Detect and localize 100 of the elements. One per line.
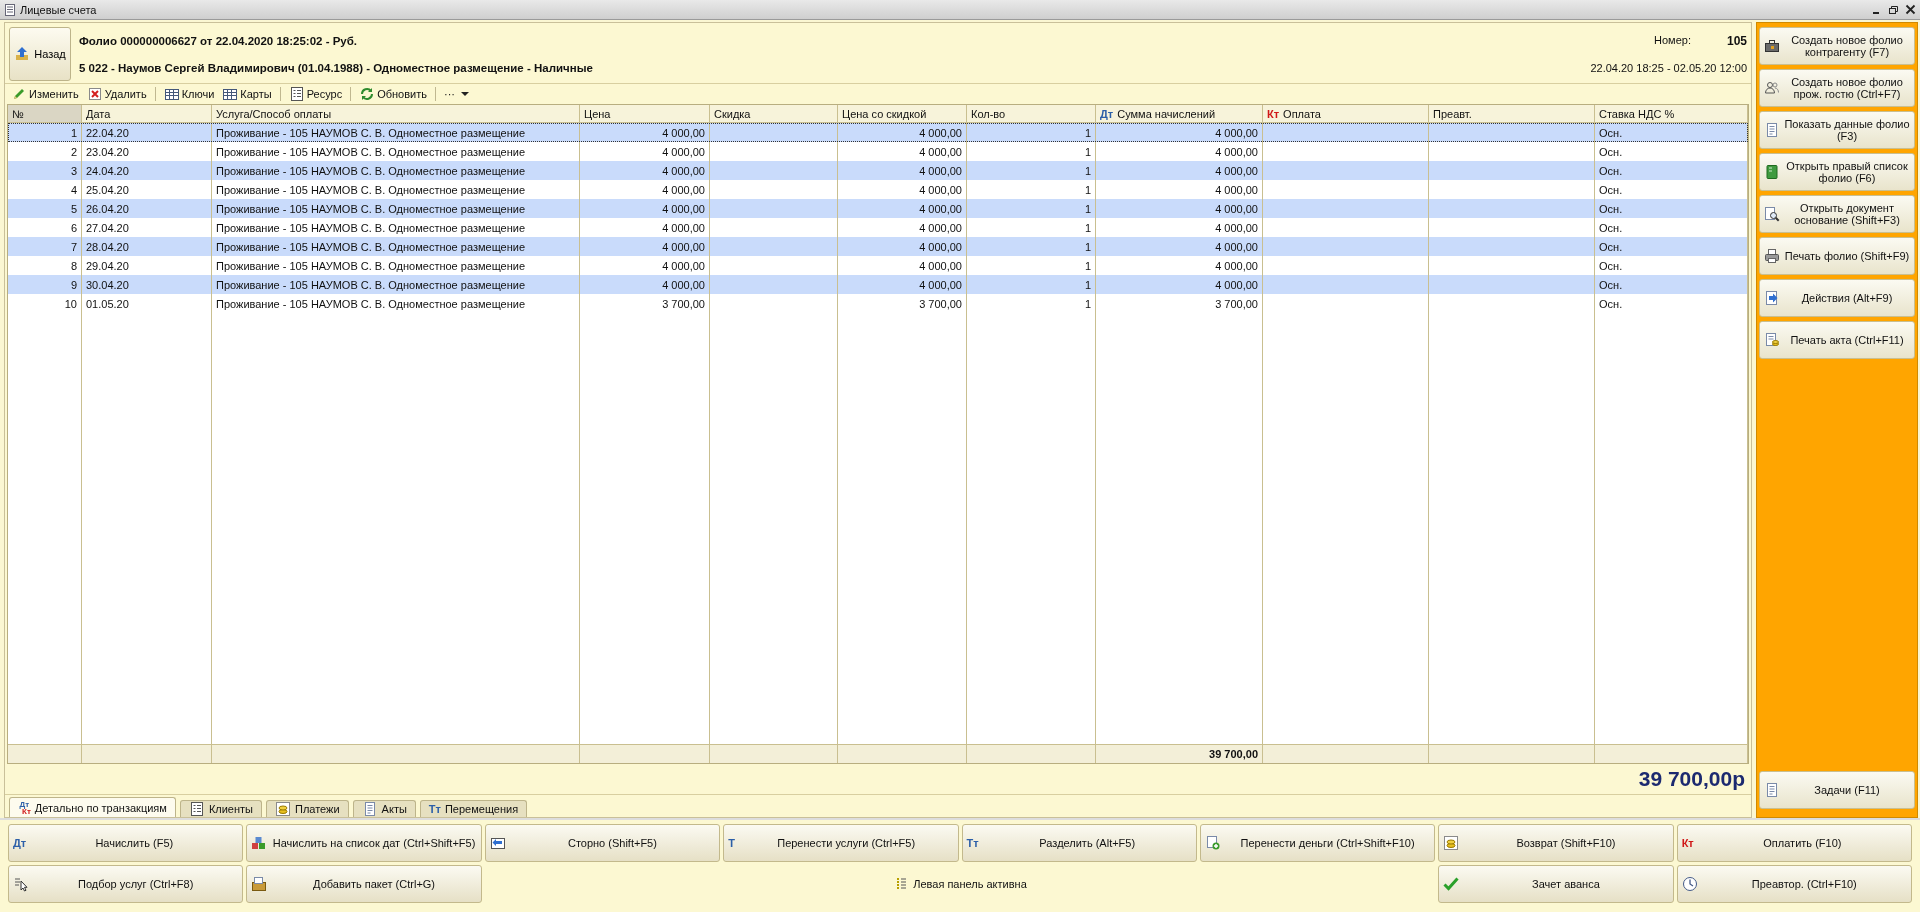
action-button[interactable]: Возврат (Shift+F10) — [1438, 824, 1674, 862]
package-icon — [251, 876, 268, 892]
period-text: 22.04.20 18:25 - 02.05.20 12:00 — [1590, 62, 1747, 74]
number-label: Номер: — [1654, 34, 1691, 48]
delete-icon — [86, 86, 103, 102]
table-cell: 4 000,00 — [1096, 161, 1263, 180]
close-button[interactable] — [1905, 4, 1916, 15]
action-button[interactable]: Сторно (Shift+F5) — [484, 824, 721, 862]
cursor-list-icon — [13, 876, 29, 892]
total-cell: 39 700,00 — [1096, 745, 1263, 763]
table-cell: 4 000,00 — [580, 237, 710, 256]
table-cell: 30.04.20 — [82, 275, 212, 294]
toolbar-button[interactable]: ··· — [442, 85, 475, 103]
restore-button[interactable] — [1888, 4, 1899, 15]
table-cell: 7 — [8, 237, 82, 256]
toolbar-button[interactable]: Удалить — [84, 85, 149, 103]
table-row[interactable]: 5 26.04.20 Проживание - 105 НАУМОВ С. В. Одноместное размещение 4 000,00 4 000,00 1 4 000,00 Осн. — [8, 199, 1748, 218]
guest-info: 5 022 - Наумов Сергей Владимирович (01.04.1988) - Одноместное размещение - Наличные — [79, 61, 594, 74]
action-button[interactable]: Кт Оплатить (F10) — [1676, 824, 1912, 862]
table-cell: 1 — [967, 237, 1096, 256]
toolbar-button[interactable]: Ключи — [161, 85, 217, 103]
table-cell: 4 000,00 — [1096, 199, 1263, 218]
table-cell: 22.04.20 — [82, 123, 212, 142]
table-cell: 1 — [967, 123, 1096, 142]
action-button[interactable]: Начислить на список дат (Ctrl+Shift+F5) — [246, 824, 482, 862]
table-row[interactable]: 7 28.04.20 Проживание - 105 НАУМОВ С. В. Одноместное размещение 4 000,00 4 000,00 1 4 000,00 Осн. — [8, 237, 1748, 256]
number-value: 105 — [1726, 34, 1747, 48]
side-button[interactable]: Создать новое фолио контрагенту (F7) — [1759, 27, 1915, 65]
up-arrow-icon — [14, 46, 31, 62]
document-icon — [1764, 782, 1780, 798]
action-button[interactable]: Тт Разделить (Alt+F5) — [961, 824, 1197, 862]
action-button[interactable]: Зачет аванса — [1438, 865, 1674, 903]
tab[interactable]: Акты — [352, 800, 416, 817]
table-cell: 5 — [8, 199, 82, 218]
arrow-document-icon — [1764, 290, 1780, 306]
action-button[interactable]: Дт Начислить (F5) — [8, 824, 244, 862]
table-cell: 26.04.20 — [82, 199, 212, 218]
table-cell: Осн. — [1595, 237, 1748, 256]
printer-icon — [1764, 248, 1780, 264]
table-row[interactable]: 10 01.05.20 Проживание - 105 НАУМОВ С. В. Одноместное размещение 3 700,00 3 700,00 1 3 700,00 Осн. — [8, 294, 1748, 313]
table-cell: 4 000,00 — [580, 199, 710, 218]
action-button[interactable]: Добавить пакет (Ctrl+G) — [246, 865, 482, 903]
table-cell: 28.04.20 — [82, 237, 212, 256]
side-button[interactable]: Задачи (F11) — [1759, 771, 1915, 809]
side-button[interactable]: Печать акта (Ctrl+F11) — [1759, 321, 1915, 359]
toolbar-button[interactable]: Изменить — [9, 85, 81, 103]
book-icon — [1764, 164, 1780, 180]
table-cell: 1 — [967, 294, 1096, 313]
table-cell: 4 000,00 — [838, 123, 967, 142]
list-icon — [288, 86, 305, 102]
table-cell: 24.04.20 — [82, 161, 212, 180]
grid-icon — [163, 86, 180, 102]
folio-title: Фолио 000000006627 от 22.04.2020 18:25:02 - Руб. — [79, 34, 359, 47]
column-header[interactable]: № — [8, 105, 82, 123]
table-cell: Осн. — [1595, 123, 1748, 142]
tab[interactable]: Платежи — [266, 800, 349, 817]
action-button[interactable]: Подбор услуг (Ctrl+F8) — [8, 865, 244, 903]
checkmark-icon — [1443, 876, 1460, 892]
list-icon — [188, 801, 205, 817]
table-cell: Проживание - 105 НАУМОВ С. В. Одноместное размещение — [212, 123, 580, 142]
table-cell: Проживание - 105 НАУМОВ С. В. Одноместное размещение — [212, 161, 580, 180]
tab[interactable]: Тт Перемещения — [419, 800, 528, 817]
table-cell: 1 — [967, 161, 1096, 180]
action-button[interactable]: Преавтор. (Ctrl+F10) — [1676, 865, 1912, 903]
table-cell: 3 700,00 — [1096, 294, 1263, 313]
table-cell: 1 — [967, 275, 1096, 294]
magnifier-document-icon — [1764, 206, 1780, 222]
action-button[interactable]: Т Перенести услуги (Ctrl+F5) — [723, 824, 959, 862]
table-row[interactable]: 9 30.04.20 Проживание - 105 НАУМОВ С. В. Одноместное размещение 4 000,00 4 000,00 1 4 000,00 Осн. — [8, 275, 1748, 294]
side-button[interactable]: Создать новое фолио прож. гостю (Ctrl+F7) — [1759, 69, 1915, 107]
side-button[interactable]: Открыть документ основание (Shift+F3) — [1759, 195, 1915, 233]
table-cell: 1 — [8, 123, 82, 142]
table-cell: 3 — [8, 161, 82, 180]
clock-icon — [1681, 876, 1698, 892]
text-glyph-icon: Дт — [13, 837, 27, 849]
toolbar-button[interactable]: Обновить — [357, 85, 429, 103]
action-button[interactable]: Перенести деньги (Ctrl+Shift+F10) — [1199, 824, 1436, 862]
toolbar-button[interactable]: Ресурс — [286, 85, 345, 103]
status-text: Левая панель активна — [913, 878, 1027, 890]
side-button[interactable]: Показать данные фолио (F3) — [1759, 111, 1915, 149]
people-icon — [1764, 80, 1780, 96]
side-button[interactable]: Открыть правый список фолио (F6) — [1759, 153, 1915, 191]
table-cell: 4 000,00 — [1096, 123, 1263, 142]
table-cell: 4 000,00 — [580, 123, 710, 142]
side-button[interactable]: Действия (Alt+F9) — [1759, 279, 1915, 317]
coins-icon — [275, 801, 291, 817]
table-row[interactable]: 1 22.04.20 Проживание - 105 НАУМОВ С. В. Одноместное размещение 4 000,00 4 000,00 1 4 000,00 Осн. — [8, 123, 1748, 142]
table-cell: Проживание - 105 НАУМОВ С. В. Одноместное размещение — [212, 294, 580, 313]
table-row[interactable]: 3 24.04.20 Проживание - 105 НАУМОВ С. В. Одноместное размещение 4 000,00 4 000,00 1 4 000,00 Осн. — [8, 161, 1748, 180]
refresh-icon — [359, 86, 376, 102]
table-cell: 3 700,00 — [838, 294, 967, 313]
side-button[interactable]: Печать фолио (Shift+F9) — [1759, 237, 1915, 275]
back-button[interactable]: Назад — [9, 27, 71, 81]
cubes-icon — [251, 835, 268, 851]
coins-icon — [1443, 835, 1460, 851]
table-cell: 4 000,00 — [580, 275, 710, 294]
table-cell: 4 000,00 — [1096, 237, 1263, 256]
tab[interactable]: Клиенты — [179, 800, 262, 817]
document-icon — [1764, 122, 1780, 138]
toolbar-button[interactable]: Карты — [220, 85, 274, 103]
